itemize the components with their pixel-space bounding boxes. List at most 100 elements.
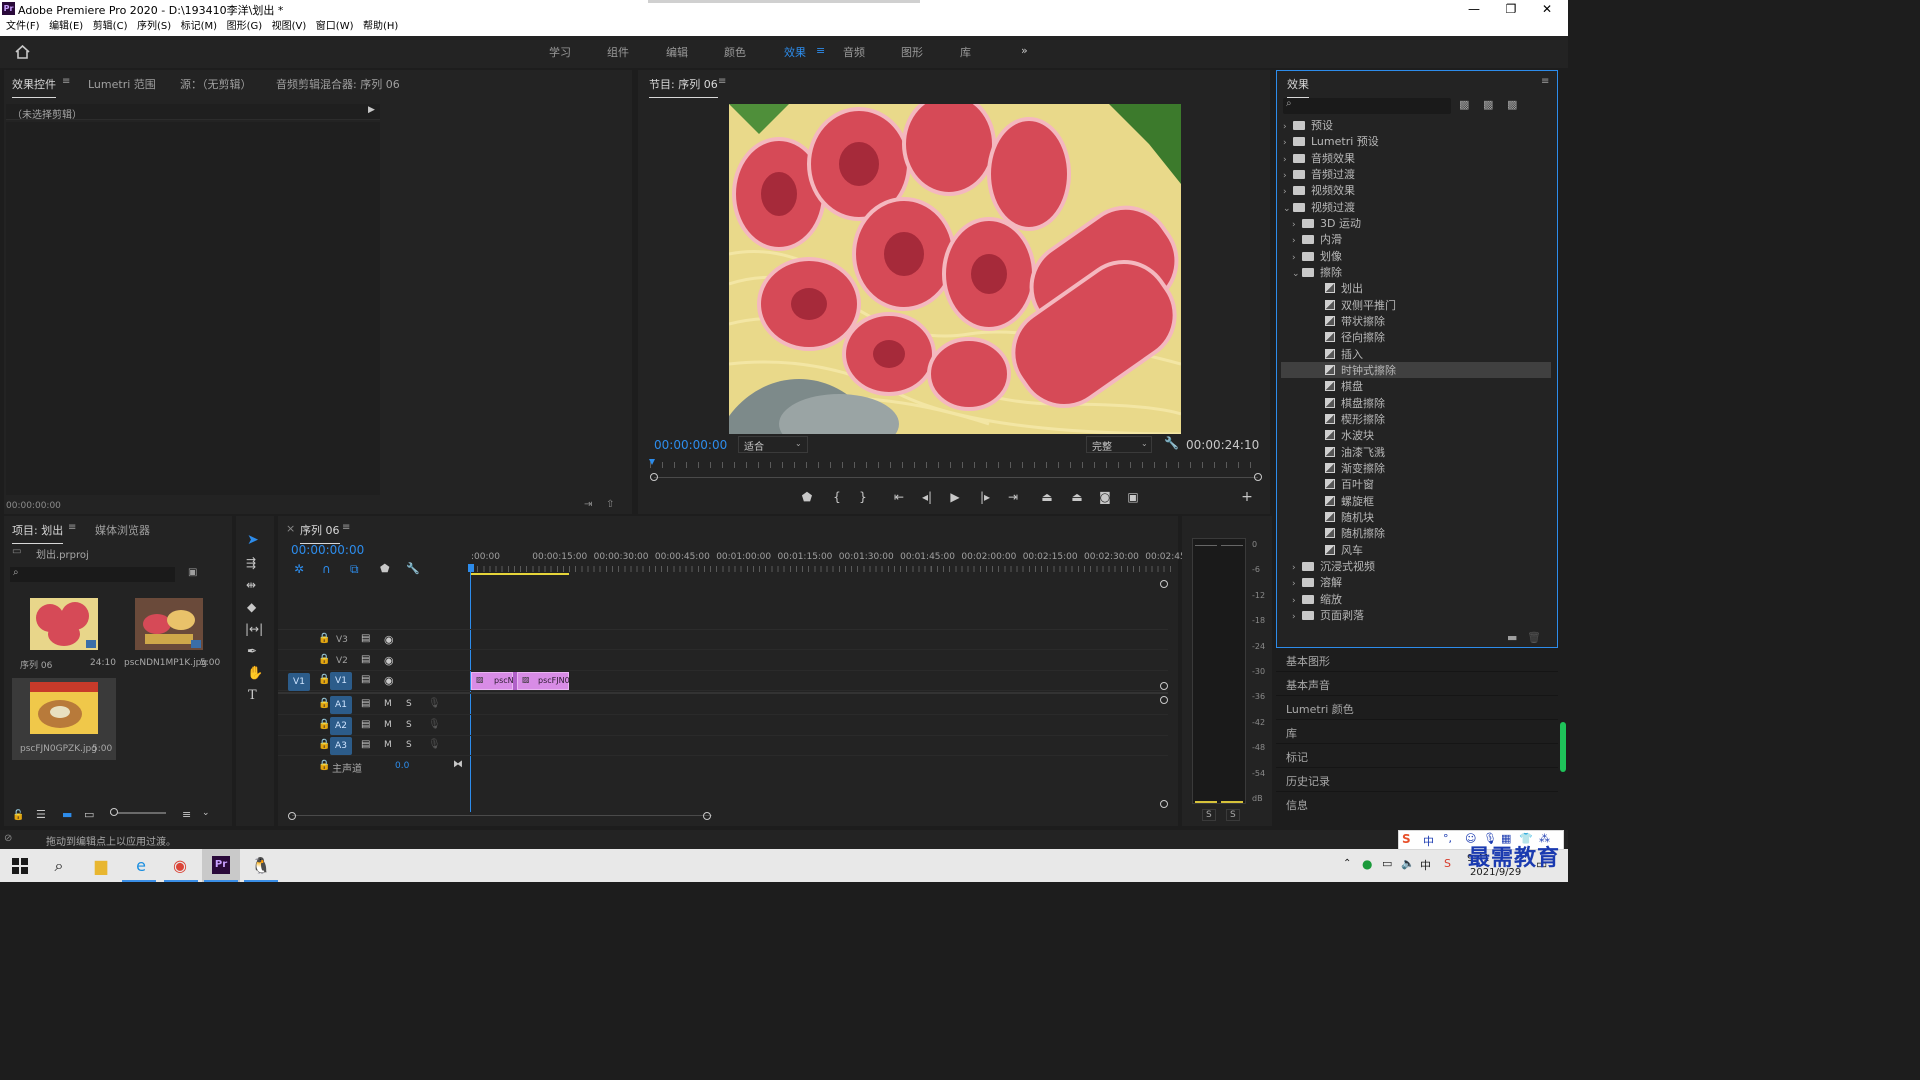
windows-start-icon[interactable] [12, 858, 28, 874]
play-icon[interactable]: ▶ [368, 105, 375, 115]
close-sequence-icon[interactable]: × [286, 522, 295, 535]
playhead-marker[interactable] [468, 564, 474, 572]
chevron-right-icon[interactable]: › [1292, 563, 1302, 573]
effects-tree-item[interactable]: 插入 [1277, 346, 1549, 362]
program-monitor-title[interactable]: 节目: 序列 06 [649, 76, 718, 98]
effects-tree-item[interactable]: › 溶解 [1277, 574, 1549, 590]
volume-icon[interactable]: 🔈 [1401, 857, 1415, 870]
zoom-handle-right[interactable] [1254, 473, 1262, 481]
export-frame-icon[interactable]: ⇥ [584, 499, 592, 510]
panel-essential-sound[interactable]: 基本声音 [1276, 674, 1558, 696]
effects-tree-item[interactable]: 划出 [1277, 280, 1549, 296]
project-item-image-2[interactable]: pscFJN0GPZK.jpg 5:00 [12, 678, 116, 760]
project-item-image-1[interactable]: pscNDN1MP1K.jpg 5:00 [118, 594, 222, 674]
effects-tree-item[interactable]: › 3D 运动 [1277, 215, 1549, 231]
qq-icon[interactable]: 🐧 [248, 853, 274, 879]
menu-help[interactable]: 帮助(H) [363, 18, 398, 36]
solo-left-button[interactable]: S [1202, 809, 1216, 821]
effects-tree-item[interactable]: 双侧平推门 [1277, 297, 1549, 313]
type-tool-icon[interactable]: T [248, 688, 257, 703]
find-bin-icon[interactable]: ▣ [188, 567, 197, 578]
lock-icon[interactable]: 🔒 [318, 719, 330, 730]
lock-icon[interactable]: 🔒 [318, 633, 330, 644]
tray-chevron-icon[interactable]: ⌃ [1343, 858, 1351, 869]
chevron-right-icon[interactable]: › [1283, 122, 1293, 132]
linked-selection-icon[interactable]: ⧉ [350, 562, 359, 577]
pen-tool-icon[interactable]: ✒ [247, 644, 257, 658]
network-icon[interactable]: ▭ [1382, 857, 1392, 870]
menu-clip[interactable]: 剪辑(C) [93, 18, 128, 36]
effects-tree-item[interactable]: 棋盘擦除 [1277, 395, 1549, 411]
video-scroll-handle-bottom[interactable] [1160, 682, 1168, 690]
clip-1[interactable]: ▨ pscN [471, 672, 514, 690]
more-workspaces-icon[interactable]: » [1021, 44, 1028, 57]
program-menu-icon[interactable]: ≡ [718, 76, 726, 87]
solo-button[interactable]: S [406, 740, 412, 750]
menu-file[interactable]: 文件(F) [6, 18, 40, 36]
effects-tree-item[interactable]: › 页面剥落 [1277, 607, 1549, 623]
lock-icon[interactable]: 🔒 [318, 674, 330, 685]
sort-icon[interactable]: ≡ [182, 808, 191, 821]
track-target-v1[interactable]: V1 [330, 672, 352, 690]
compare-view-icon[interactable]: ▣ [1124, 490, 1142, 504]
workspace-effects[interactable]: 效果 [784, 44, 806, 60]
panel-info[interactable]: 信息 [1276, 794, 1558, 816]
horizontal-scrollbar[interactable] [292, 815, 712, 816]
side-scrollbar[interactable] [1560, 722, 1566, 772]
zoom-slider-handle[interactable] [110, 808, 118, 816]
effects-tree-item[interactable]: 时钟式擦除 [1281, 361, 1551, 378]
menu-graphics[interactable]: 图形(G) [227, 18, 263, 36]
solo-button[interactable]: S [406, 720, 412, 730]
chrome-icon[interactable]: ◉ [167, 853, 193, 879]
sync-lock-icon[interactable]: ▤ [361, 739, 370, 750]
go-to-in-icon[interactable]: ⇤ [890, 490, 908, 504]
sync-lock-icon[interactable]: ▤ [361, 719, 370, 730]
chevron-right-icon[interactable]: › [1292, 596, 1302, 606]
h-scroll-handle-left[interactable] [288, 812, 296, 820]
chevron-down-icon[interactable]: ⌄ [1283, 204, 1293, 214]
effects-tree-item[interactable]: 楔形擦除 [1277, 411, 1549, 427]
zoom-slider[interactable] [110, 812, 166, 814]
microphone-icon[interactable]: 🎙 [428, 698, 441, 709]
effects-tree-item[interactable]: › 预设 [1277, 117, 1549, 133]
effects-tree-item[interactable]: ⌄ 擦除 [1277, 264, 1549, 280]
lock-icon[interactable]: 🔓 [12, 810, 24, 821]
effects-tree-item[interactable]: 带状擦除 [1277, 313, 1549, 329]
lift-icon[interactable]: ⏏ [1038, 490, 1056, 504]
close-window-button[interactable]: ✕ [1528, 0, 1566, 18]
audio-scroll-handle-top[interactable] [1160, 696, 1168, 704]
ime-icon[interactable]: 中 [1420, 857, 1431, 873]
camera-icon[interactable]: ◙ [1096, 490, 1114, 504]
lock-icon[interactable]: 🔒 [318, 698, 330, 709]
icon-view-icon[interactable]: ▬ [62, 808, 72, 821]
project-item-sequence[interactable]: 序列 06 24:10 [12, 594, 116, 674]
mute-button[interactable]: M [384, 699, 392, 709]
lock-icon[interactable]: 🔒 [318, 760, 330, 771]
delete-icon[interactable]: 🗑 [1527, 631, 1541, 644]
solo-right-button[interactable]: S [1226, 809, 1240, 821]
edge-browser-icon[interactable]: e [128, 853, 154, 879]
chevron-right-icon[interactable]: › [1292, 579, 1302, 589]
workspace-menu-icon[interactable]: ≡ [816, 44, 825, 57]
zoom-handle-left[interactable] [650, 473, 658, 481]
track-select-tool-icon[interactable]: ⇶ [246, 556, 256, 570]
panel-libraries[interactable]: 库 [1276, 722, 1558, 744]
work-area-bar[interactable] [471, 573, 569, 575]
new-bin-icon[interactable]: ▬ [1507, 631, 1517, 644]
eye-icon[interactable]: ◉ [384, 674, 394, 687]
chevron-right-icon[interactable]: › [1292, 253, 1302, 263]
workspace-editing[interactable]: 编辑 [666, 44, 688, 60]
razor-tool-icon[interactable]: ◆ [247, 600, 256, 614]
fit-dropdown[interactable]: 适合 ⌄ [738, 436, 808, 453]
sync-lock-icon[interactable]: ▤ [361, 654, 370, 665]
effects-tree-item[interactable]: 随机块 [1277, 509, 1549, 525]
snap-icon[interactable]: ∩ [322, 562, 331, 576]
selection-tool-icon[interactable]: ➤ [247, 532, 259, 548]
chevron-down-icon[interactable]: ⌄ [202, 808, 210, 818]
tab-media-browser[interactable]: 媒体浏览器 [95, 522, 150, 538]
go-to-end-icon[interactable]: ⧓ [453, 759, 463, 770]
sogou-logo-icon[interactable]: S [1402, 832, 1411, 846]
tray-app-icon[interactable]: ● [1362, 857, 1372, 871]
workspace-learn[interactable]: 学习 [549, 44, 571, 60]
go-to-out-icon[interactable]: ⇥ [1004, 490, 1022, 504]
